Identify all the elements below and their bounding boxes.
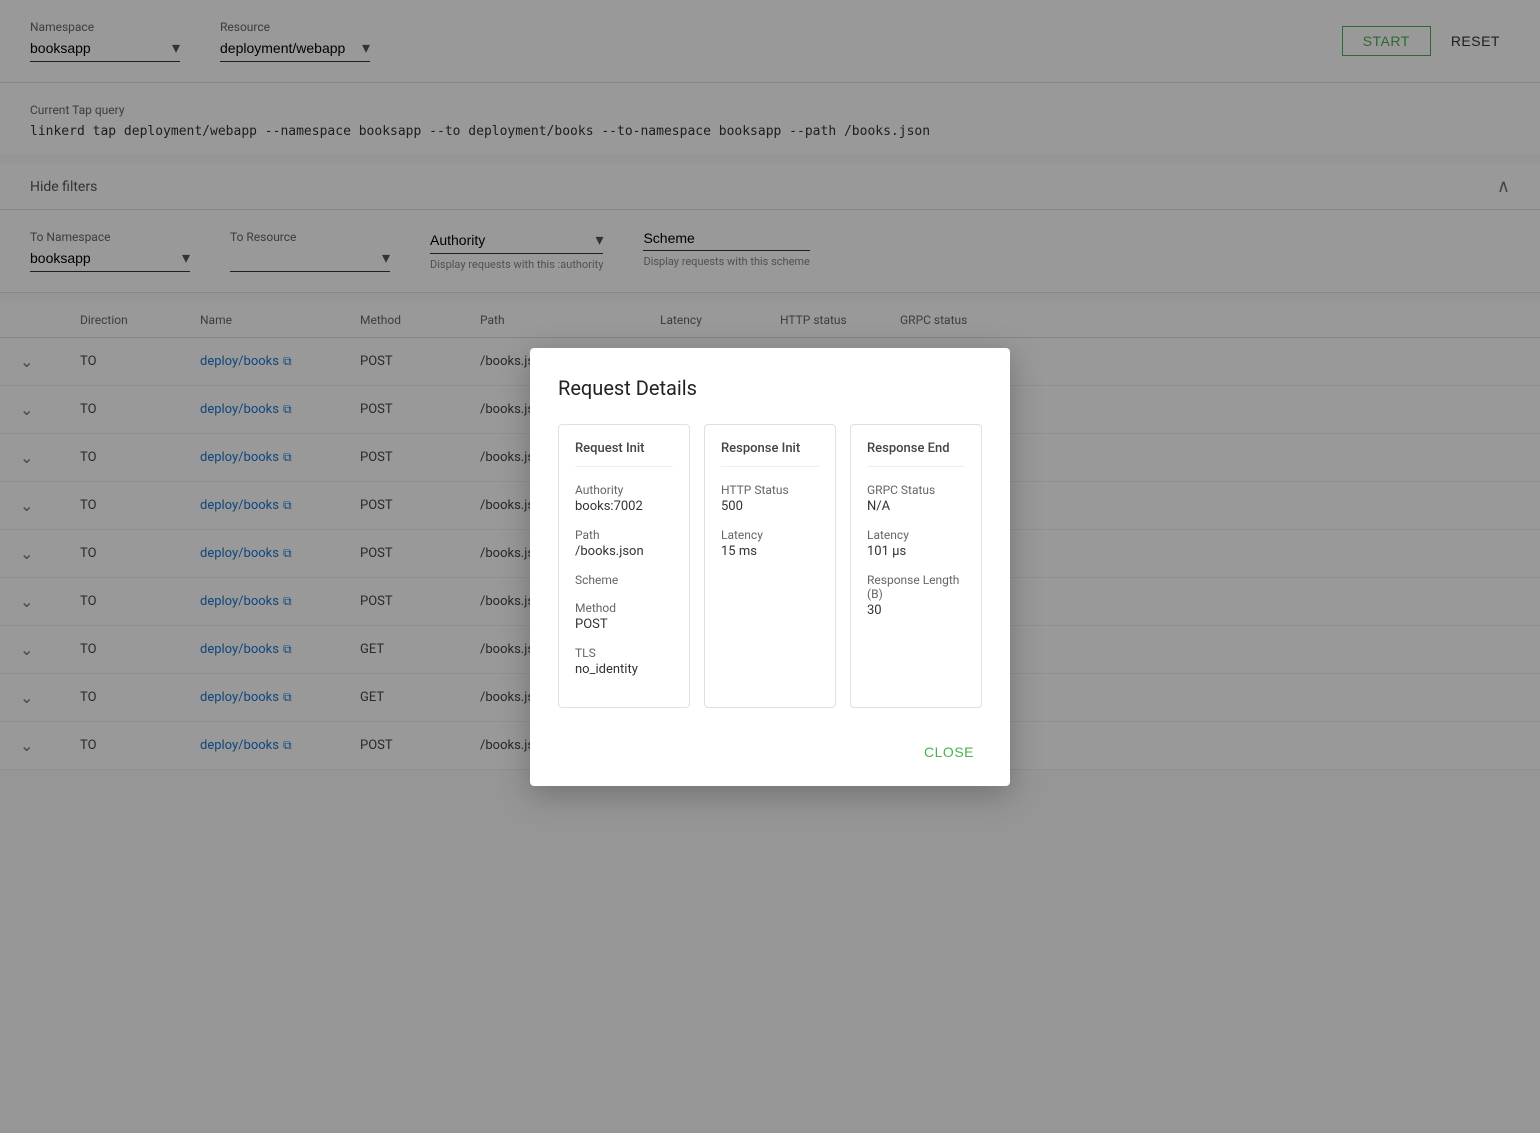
authority-field-value: books:7002 bbox=[575, 499, 673, 514]
close-button[interactable]: CLOSE bbox=[916, 738, 982, 766]
method-field-value: POST bbox=[575, 617, 673, 632]
grpc-status-field-label: GRPC Status bbox=[867, 483, 965, 497]
response-end-card: Response End GRPC Status N/A Latency 101… bbox=[850, 424, 982, 708]
field-http-status: HTTP Status 500 bbox=[721, 483, 819, 514]
field-method: Method POST bbox=[575, 601, 673, 632]
field-grpc-status: GRPC Status N/A bbox=[867, 483, 965, 514]
response-init-title: Response Init bbox=[721, 441, 819, 467]
modal-footer: CLOSE bbox=[558, 728, 982, 766]
latency-end-field-value: 101 μs bbox=[867, 544, 965, 559]
field-tls: TLS no_identity bbox=[575, 646, 673, 677]
response-end-title: Response End bbox=[867, 441, 965, 467]
response-length-field-label: Response Length (B) bbox=[867, 573, 965, 601]
tls-field-label: TLS bbox=[575, 646, 673, 660]
scheme-field-label: Scheme bbox=[575, 573, 673, 587]
http-status-field-label: HTTP Status bbox=[721, 483, 819, 497]
path-field-value: /books.json bbox=[575, 544, 673, 559]
latency-end-field-label: Latency bbox=[867, 528, 965, 542]
tls-field-value: no_identity bbox=[575, 662, 673, 677]
field-scheme: Scheme bbox=[575, 573, 673, 587]
field-path: Path /books.json bbox=[575, 528, 673, 559]
field-latency-resp: Latency 15 ms bbox=[721, 528, 819, 559]
method-field-label: Method bbox=[575, 601, 673, 615]
latency-resp-field-value: 15 ms bbox=[721, 544, 819, 559]
response-init-card: Response Init HTTP Status 500 Latency 15… bbox=[704, 424, 836, 708]
field-response-length: Response Length (B) 30 bbox=[867, 573, 965, 618]
latency-resp-field-label: Latency bbox=[721, 528, 819, 542]
grpc-status-field-value: N/A bbox=[867, 499, 965, 514]
authority-field-label: Authority bbox=[575, 483, 673, 497]
request-init-title: Request Init bbox=[575, 441, 673, 467]
request-init-card: Request Init Authority books:7002 Path /… bbox=[558, 424, 690, 708]
field-authority: Authority books:7002 bbox=[575, 483, 673, 514]
field-latency-end: Latency 101 μs bbox=[867, 528, 965, 559]
response-length-field-value: 30 bbox=[867, 603, 965, 618]
path-field-label: Path bbox=[575, 528, 673, 542]
modal-title: Request Details bbox=[558, 376, 982, 400]
modal-overlay[interactable]: Request Details Request Init Authority b… bbox=[0, 0, 1540, 1133]
modal-cards: Request Init Authority books:7002 Path /… bbox=[558, 424, 982, 708]
page: Namespace booksapp ▾ Resource deployment… bbox=[0, 0, 1540, 1133]
http-status-field-value: 500 bbox=[721, 499, 819, 514]
request-details-modal: Request Details Request Init Authority b… bbox=[530, 348, 1010, 786]
